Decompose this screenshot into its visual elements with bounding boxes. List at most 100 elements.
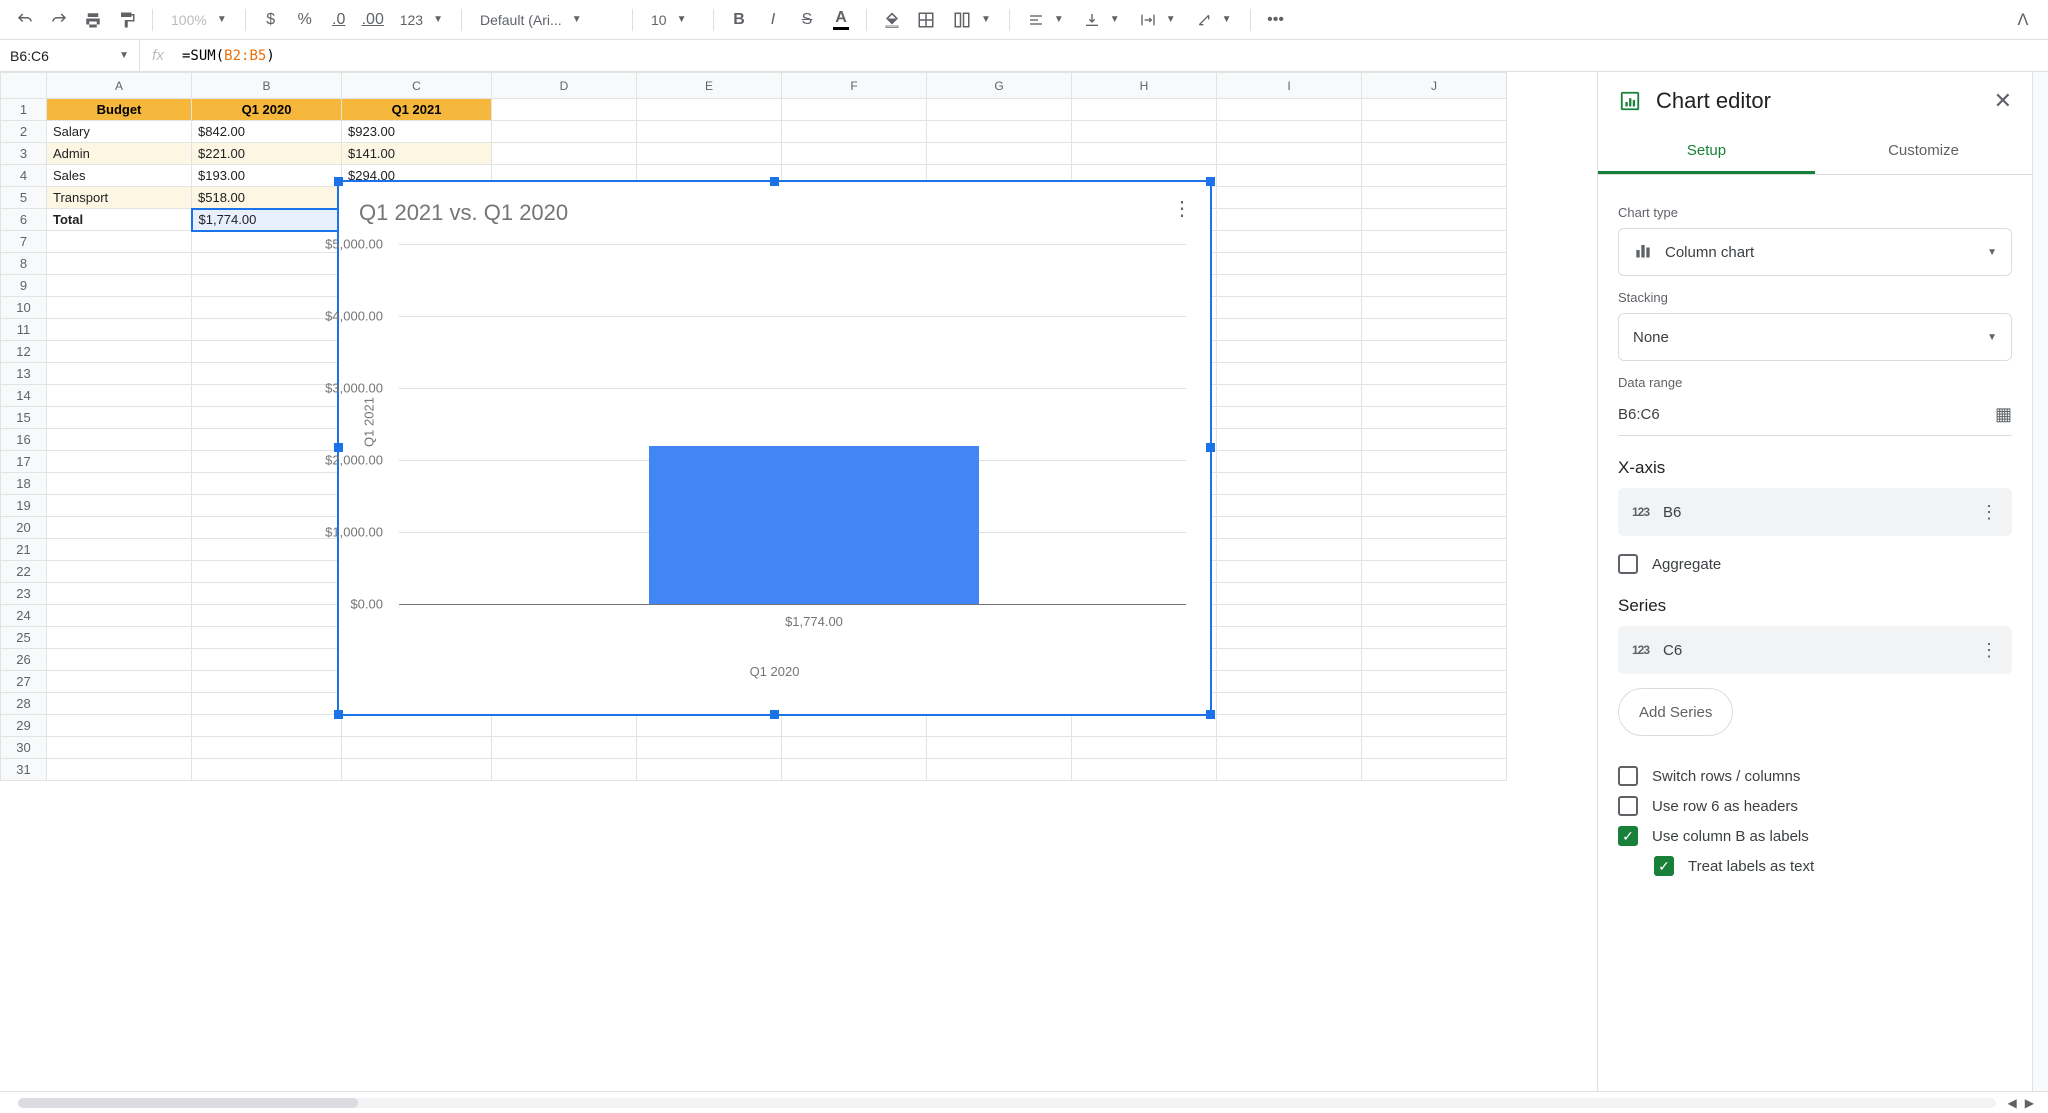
cell[interactable] [492, 715, 637, 737]
cell[interactable] [342, 737, 492, 759]
cell[interactable] [492, 99, 637, 121]
col-header[interactable]: G [927, 73, 1072, 99]
cell[interactable] [782, 99, 927, 121]
cell[interactable] [927, 121, 1072, 143]
cell[interactable] [192, 429, 342, 451]
cell[interactable] [1362, 627, 1507, 649]
cell[interactable] [1217, 253, 1362, 275]
resize-handle[interactable] [334, 177, 343, 186]
resize-handle[interactable] [1206, 177, 1215, 186]
cell[interactable] [1362, 297, 1507, 319]
cell[interactable] [1362, 451, 1507, 473]
bold-button[interactable]: B [724, 5, 754, 35]
aggregate-checkbox[interactable] [1618, 554, 1638, 574]
row-header[interactable]: 14 [1, 385, 47, 407]
cell[interactable] [1217, 231, 1362, 253]
cell[interactable] [1217, 693, 1362, 715]
cell[interactable] [342, 759, 492, 781]
valign-button[interactable]: ▼ [1076, 5, 1128, 35]
cell[interactable] [192, 319, 342, 341]
cell[interactable] [492, 121, 637, 143]
scroll-right-button[interactable]: ▶ [2021, 1096, 2038, 1110]
cell[interactable] [637, 143, 782, 165]
borders-button[interactable] [911, 5, 941, 35]
number-format-select[interactable]: 123▼ [392, 5, 451, 35]
cell[interactable] [192, 297, 342, 319]
cell[interactable] [192, 539, 342, 561]
cell[interactable] [1072, 99, 1217, 121]
cell[interactable] [192, 363, 342, 385]
cell[interactable] [1217, 539, 1362, 561]
cell[interactable] [1217, 121, 1362, 143]
cell[interactable] [47, 231, 192, 253]
cell[interactable]: Total [47, 209, 192, 231]
cell[interactable] [192, 495, 342, 517]
cell[interactable] [192, 627, 342, 649]
undo-button[interactable] [10, 5, 40, 35]
cell[interactable] [1362, 341, 1507, 363]
cell[interactable] [782, 715, 927, 737]
cell[interactable] [1217, 517, 1362, 539]
cell[interactable] [1217, 99, 1362, 121]
row-header[interactable]: 26 [1, 649, 47, 671]
percent-button[interactable]: % [290, 5, 320, 35]
cell[interactable]: $141.00 [342, 143, 492, 165]
cell[interactable] [47, 539, 192, 561]
paint-format-button[interactable] [112, 5, 142, 35]
cell[interactable] [47, 517, 192, 539]
cell[interactable] [1072, 715, 1217, 737]
col-header[interactable]: H [1072, 73, 1217, 99]
row-header[interactable]: 4 [1, 165, 47, 187]
cell[interactable] [47, 759, 192, 781]
cell[interactable] [1362, 693, 1507, 715]
col-header[interactable]: C [342, 73, 492, 99]
cell[interactable] [192, 561, 342, 583]
cell[interactable]: $221.00 [192, 143, 342, 165]
decrease-decimal-button[interactable]: .0 [324, 5, 354, 35]
cell[interactable] [47, 363, 192, 385]
row-header[interactable]: 10 [1, 297, 47, 319]
cell[interactable] [1362, 539, 1507, 561]
cell[interactable]: $1,774.00 [192, 209, 342, 231]
cell[interactable] [1362, 495, 1507, 517]
resize-handle[interactable] [770, 177, 779, 186]
row-header[interactable]: 5 [1, 187, 47, 209]
cell[interactable] [1072, 737, 1217, 759]
cell[interactable] [1217, 385, 1362, 407]
row-header[interactable]: 28 [1, 693, 47, 715]
cell[interactable] [192, 671, 342, 693]
cell[interactable] [192, 473, 342, 495]
cell[interactable] [47, 297, 192, 319]
cell[interactable]: Sales [47, 165, 192, 187]
row-header[interactable]: 12 [1, 341, 47, 363]
cell[interactable] [1362, 121, 1507, 143]
cell[interactable] [192, 693, 342, 715]
cell[interactable] [192, 451, 342, 473]
cell[interactable] [47, 715, 192, 737]
print-button[interactable] [78, 5, 108, 35]
cell[interactable] [192, 275, 342, 297]
cell[interactable] [1362, 385, 1507, 407]
xaxis-field[interactable]: 123B6⋮ [1618, 488, 2012, 536]
cell[interactable] [1217, 407, 1362, 429]
cell[interactable] [1217, 165, 1362, 187]
col-header[interactable]: E [637, 73, 782, 99]
col-header[interactable]: D [492, 73, 637, 99]
select-all-cell[interactable] [1, 73, 47, 99]
cell[interactable] [1362, 99, 1507, 121]
cell[interactable]: Salary [47, 121, 192, 143]
chart-menu-button[interactable]: ⋮ [1172, 196, 1192, 221]
cell[interactable] [47, 627, 192, 649]
cell[interactable] [1217, 715, 1362, 737]
tab-customize[interactable]: Customize [1815, 130, 2032, 174]
row-header[interactable]: 7 [1, 231, 47, 253]
cell[interactable]: $842.00 [192, 121, 342, 143]
row-header[interactable]: 13 [1, 363, 47, 385]
cell[interactable] [492, 143, 637, 165]
cell[interactable] [47, 407, 192, 429]
cell[interactable] [192, 341, 342, 363]
col-header[interactable]: J [1362, 73, 1507, 99]
row-header[interactable]: 20 [1, 517, 47, 539]
cell[interactable] [47, 319, 192, 341]
cell[interactable] [637, 99, 782, 121]
